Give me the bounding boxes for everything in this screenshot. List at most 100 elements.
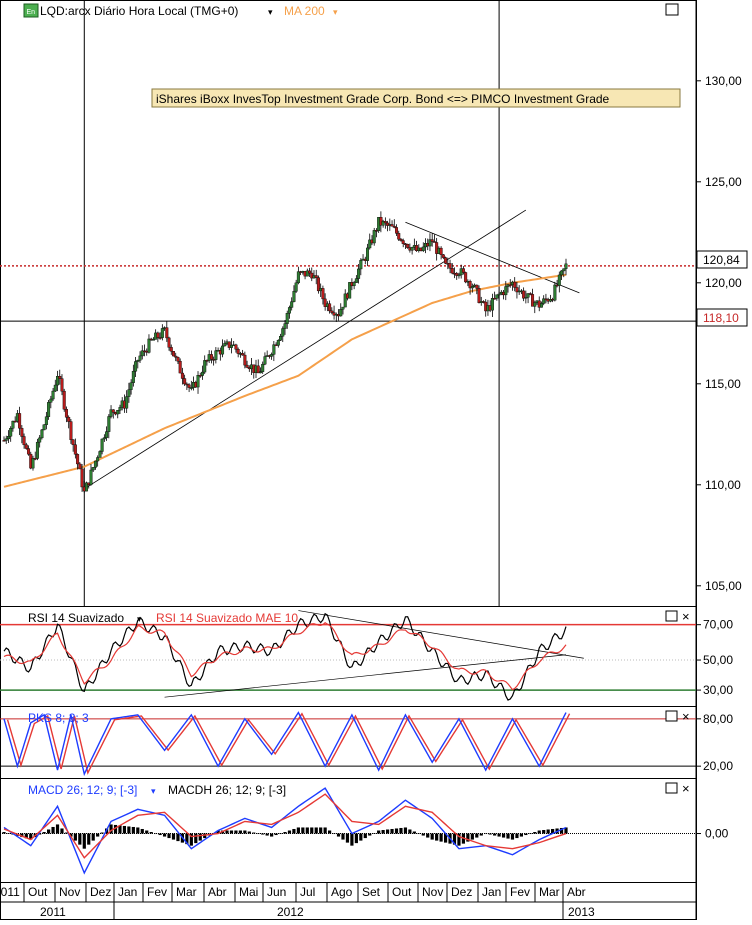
macd-histogram-bar [475,833,479,838]
macd-histogram-bar [368,833,372,836]
ma-label[interactable]: MA 200 [284,4,325,18]
macd-histogram-bar [55,824,60,834]
candle-body [241,353,245,356]
candle-body [69,421,73,440]
macd-histogram-bar [323,827,327,834]
macd-label[interactable]: MACD 26; 12; 9; [-3] [28,783,137,797]
candle-body [91,467,95,471]
macd-histogram-bar [127,826,131,834]
candle-body [180,372,184,379]
macd-histogram-bar [493,833,497,836]
macd-histogram-bar [359,833,363,841]
macd-close-icon[interactable]: × [682,781,690,796]
pks-label[interactable]: PKS 8; 3; 3 [28,711,89,725]
macd-maximize-icon[interactable] [665,782,678,794]
candle-body [354,278,358,283]
price-tick-label-0: 130,00 [705,74,742,88]
macd-histogram-bar [229,830,234,834]
candle-body [47,402,51,417]
candle-body [341,306,345,310]
maximize-icon[interactable] [665,3,679,16]
macd-histogram-bar [506,833,510,839]
macd-histogram-bar [91,833,95,841]
macd-histogram-bar [510,833,515,840]
macd-histogram-bar [421,833,425,836]
candle-body [281,328,285,337]
rsi-maximize-icon[interactable] [665,610,678,622]
macd-histogram-bar [283,832,287,834]
macd-tick-label-0: 0,00 [705,827,729,841]
candle-body [292,291,296,302]
macd-histogram-bar [528,833,532,835]
macd-histogram-bar [167,833,171,839]
macd-histogram-bar [497,833,501,837]
candle-body [35,441,39,459]
rsi-signal-label[interactable]: RSI 14 Suavizado MAE 10 [156,611,298,625]
macd-histogram-bar [256,833,260,835]
macd-histogram-bar [154,833,158,835]
candle-body [308,270,312,274]
candle-body [73,444,77,455]
candle-body [165,327,169,339]
macdh-label[interactable]: MACDH 26; 12; 9; [-3] [168,783,286,797]
candle-body [444,257,448,264]
macd-dropdown-icon[interactable]: ▾ [151,786,156,796]
macd-histogram-bar [354,833,358,844]
pks-maximize-icon[interactable] [665,710,678,722]
candle-body [314,275,318,278]
macd-histogram-bar [408,829,412,834]
pks-tick-label-1: 20,00 [703,759,733,773]
candle-body [18,413,22,429]
annotation-text: iShares iBoxx InvesTop Investment Grade … [156,92,610,106]
macd-histogram-bar [145,830,149,834]
candle-body [96,457,100,462]
month-label-1: Out [28,885,48,899]
month-label-6: Mar [176,885,197,899]
macd-histogram-bar [328,830,332,834]
candle-body [138,355,142,361]
year-label-2: 2013 [568,905,595,919]
ma-dropdown-icon[interactable]: ▾ [333,7,338,17]
candle-body [296,271,300,284]
macd-histogram-bar [96,833,100,837]
candle-body [406,243,410,248]
candle-body [203,360,207,373]
candle-body [283,323,287,329]
macd-histogram-bar [435,833,439,841]
macd-histogram-bar [301,827,305,834]
candle-body [560,270,564,276]
candle-body [183,378,187,385]
macd-histogram-bar [274,833,278,836]
candle-body [160,328,164,338]
candle-body [366,247,370,261]
last-price-text: 120,84 [703,253,740,267]
candle-body [42,424,46,431]
pks-close-icon[interactable]: × [682,709,690,724]
symbol-dropdown-icon[interactable]: ▾ [268,7,273,17]
candle-body [410,247,414,251]
candle-body [421,246,425,251]
chart-root: 130,00 125,00 120,00 115,00 110,00 105,00 70,… [0,0,752,920]
candle-body [461,268,465,273]
macd-histogram-bar [430,833,434,840]
macd-histogram-bar [100,832,104,834]
macd-histogram-bar [426,833,430,838]
pks-tick-label-0: 80,00 [703,712,733,726]
price-tick-label-1: 125,00 [705,175,742,189]
candle-body [270,354,274,357]
macd-histogram-bar [350,833,354,846]
rsi-dropdown-icon[interactable]: ▾ [137,614,142,624]
candle-body [51,390,55,400]
macd-histogram-bar [42,832,46,834]
rsi-tick-label-0: 70,00 [703,618,733,632]
candle-body [98,451,102,458]
month-label-15: Dez [451,885,472,899]
rsi-close-icon[interactable]: × [682,609,690,624]
rsi-tick-label-2: 30,00 [703,683,733,697]
candle-body [105,431,109,438]
macd-histogram-bar [176,833,180,842]
year-label-0: 2011 [40,905,66,919]
symbol-label[interactable]: LQD:arcx Diário Hora Local (TMG+0) [40,4,238,18]
candle-body [562,268,566,272]
rsi-label[interactable]: RSI 14 Suavizado [28,611,124,625]
